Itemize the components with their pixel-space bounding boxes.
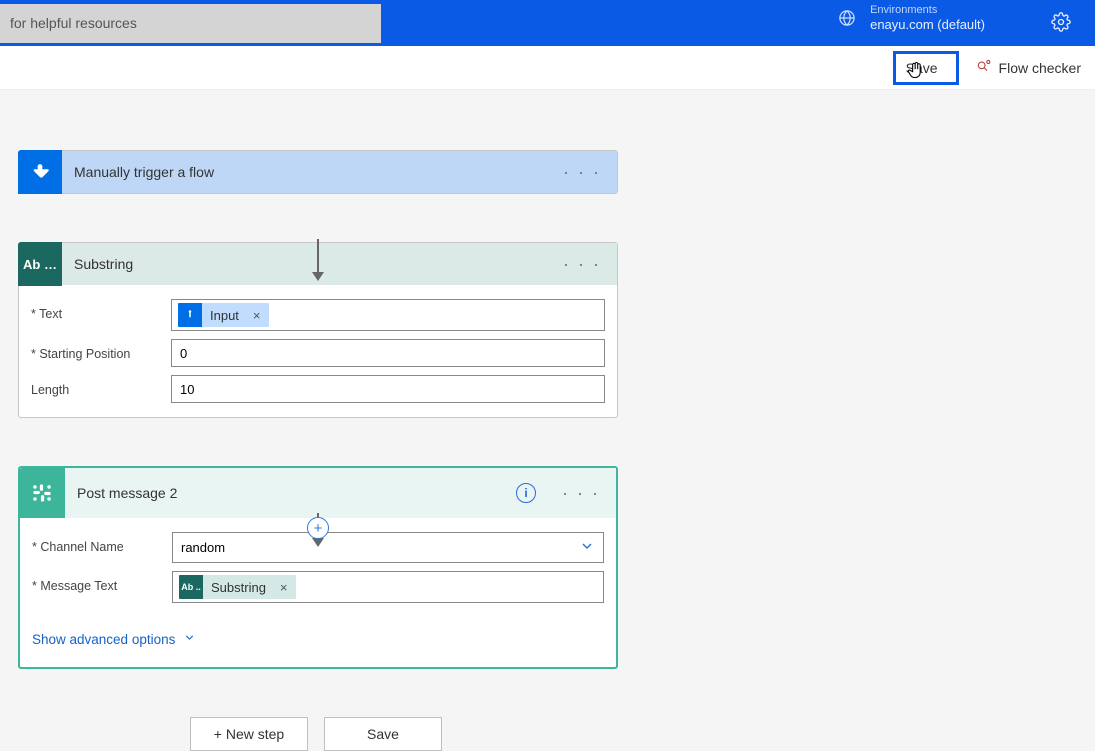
top-bar: for helpful resources Environments enayu… (0, 0, 1095, 46)
save-button[interactable]: Save (893, 51, 959, 85)
substring-body: * Text Input × * Starting Position (19, 285, 617, 417)
environment-value: enayu.com (default) (870, 17, 985, 32)
environment-text: Environments enayu.com (default) (870, 4, 985, 32)
trigger-header[interactable]: Manually trigger a flow · · · (19, 151, 617, 193)
token-remove-button[interactable]: × (245, 308, 269, 323)
trigger-title: Manually trigger a flow (74, 164, 547, 180)
channel-select[interactable]: random (172, 532, 604, 563)
channel-value: random (181, 540, 579, 555)
checker-icon (977, 58, 993, 77)
post-message-title: Post message 2 (77, 485, 504, 501)
substring-token-icon: Ab .. (179, 575, 203, 599)
search-text: for helpful resources (10, 15, 137, 31)
hand-tap-icon (178, 303, 202, 327)
token-input[interactable]: Input × (178, 303, 269, 327)
cursor-hand-icon (906, 60, 926, 83)
trigger-card[interactable]: Manually trigger a flow · · · (18, 150, 618, 194)
info-icon: i (524, 486, 527, 500)
text-input[interactable]: Input × (171, 299, 605, 331)
save-flow-button[interactable]: Save (324, 717, 442, 751)
chevron-down-icon (579, 538, 595, 557)
post-message-header[interactable]: Post message 2 i · · · (20, 468, 616, 518)
starting-position-input[interactable]: 0 (171, 339, 605, 367)
post-message-card[interactable]: Post message 2 i · · · * Channel Name ra… (18, 466, 618, 669)
field-label: * Starting Position (31, 339, 171, 361)
field-row-length: Length 10 (31, 375, 605, 403)
field-label: * Channel Name (32, 532, 172, 554)
token-remove-button[interactable]: × (272, 580, 296, 595)
substring-icon: Ab … (18, 242, 62, 286)
token-label: Substring (211, 580, 272, 595)
connector-arrow (316, 239, 320, 281)
editor-toolbar: Save Flow checker (0, 46, 1095, 90)
card-menu-button[interactable]: · · · (558, 483, 604, 504)
field-row-text: * Text Input × (31, 299, 605, 331)
new-step-button[interactable]: + New step (190, 717, 308, 751)
length-value: 10 (180, 382, 194, 397)
info-button[interactable]: i (516, 483, 536, 503)
field-label: Length (31, 375, 171, 397)
new-step-label: + New step (214, 726, 284, 742)
field-label: * Message Text (32, 571, 172, 593)
card-menu-button[interactable]: · · · (559, 254, 605, 275)
slack-icon (19, 468, 65, 518)
flow-canvas: + Manually trigger a flow · · · Ab … Sub… (0, 90, 1095, 751)
save-flow-label: Save (367, 726, 399, 742)
add-step-inline-button[interactable]: + (307, 517, 329, 539)
starting-position-value: 0 (180, 346, 187, 361)
field-row-message-text: * Message Text Ab .. Substring × (32, 571, 604, 603)
trigger-icon (18, 150, 62, 194)
environment-label: Environments (870, 4, 985, 16)
search-input[interactable]: for helpful resources (0, 4, 381, 43)
flow-checker-label: Flow checker (999, 60, 1081, 76)
field-label: * Text (31, 299, 171, 321)
show-advanced-options-link[interactable]: Show advanced options (32, 631, 196, 647)
token-substring[interactable]: Ab .. Substring × (179, 575, 296, 599)
advanced-options-label: Show advanced options (32, 632, 175, 647)
gear-icon (1051, 19, 1071, 36)
token-label: Input (210, 308, 245, 323)
message-text-input[interactable]: Ab .. Substring × (172, 571, 604, 603)
environment-picker[interactable]: Environments enayu.com (default) (838, 4, 985, 32)
substring-icon-label: Ab … (23, 257, 57, 272)
plus-icon: + (314, 521, 323, 536)
settings-button[interactable] (1051, 12, 1071, 37)
substring-title: Substring (74, 256, 547, 272)
flow-checker-button[interactable]: Flow checker (977, 58, 1081, 77)
globe-icon (838, 9, 856, 27)
field-row-starting-position: * Starting Position 0 (31, 339, 605, 367)
card-menu-button[interactable]: · · · (559, 162, 605, 183)
chevron-down-icon (183, 631, 196, 647)
bottom-button-row: + New step Save (190, 717, 1095, 751)
length-input[interactable]: 10 (171, 375, 605, 403)
